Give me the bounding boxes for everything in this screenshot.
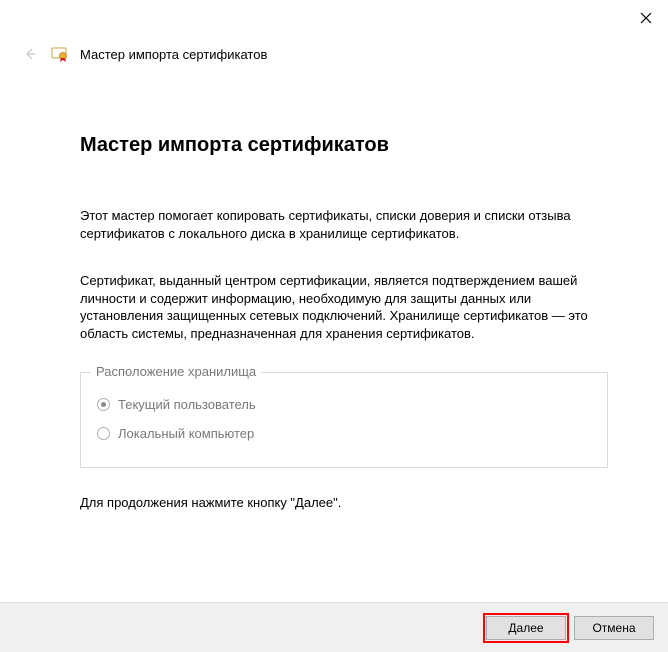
radio-icon [97,427,110,440]
back-arrow-icon [23,47,37,61]
radio-icon [97,398,110,411]
page-title: Мастер импорта сертификатов [80,134,608,157]
radio-local-machine: Локальный компьютер [97,426,591,441]
header-title: Мастер импорта сертификатов [80,47,267,62]
continue-hint: Для продолжения нажмите кнопку "Далее". [80,494,608,512]
close-icon [640,12,652,24]
certificate-icon [50,44,70,64]
next-button[interactable]: Далее [486,616,566,640]
back-button [20,44,40,64]
intro-paragraph-1: Этот мастер помогает копировать сертифик… [80,207,608,242]
header: Мастер импорта сертификатов [0,40,668,64]
cancel-button[interactable]: Отмена [574,616,654,640]
group-legend: Расположение хранилища [91,364,261,379]
radio-label: Текущий пользователь [118,397,256,412]
radio-label: Локальный компьютер [118,426,254,441]
radio-current-user: Текущий пользователь [97,397,591,412]
footer: Далее Отмена [0,602,668,652]
store-location-group: Расположение хранилища Текущий пользоват… [80,372,608,468]
title-bar [0,0,668,40]
close-button[interactable] [636,8,656,28]
intro-paragraph-2: Сертификат, выданный центром сертификаци… [80,272,608,342]
content-area: Мастер импорта сертификатов Этот мастер … [0,64,668,512]
